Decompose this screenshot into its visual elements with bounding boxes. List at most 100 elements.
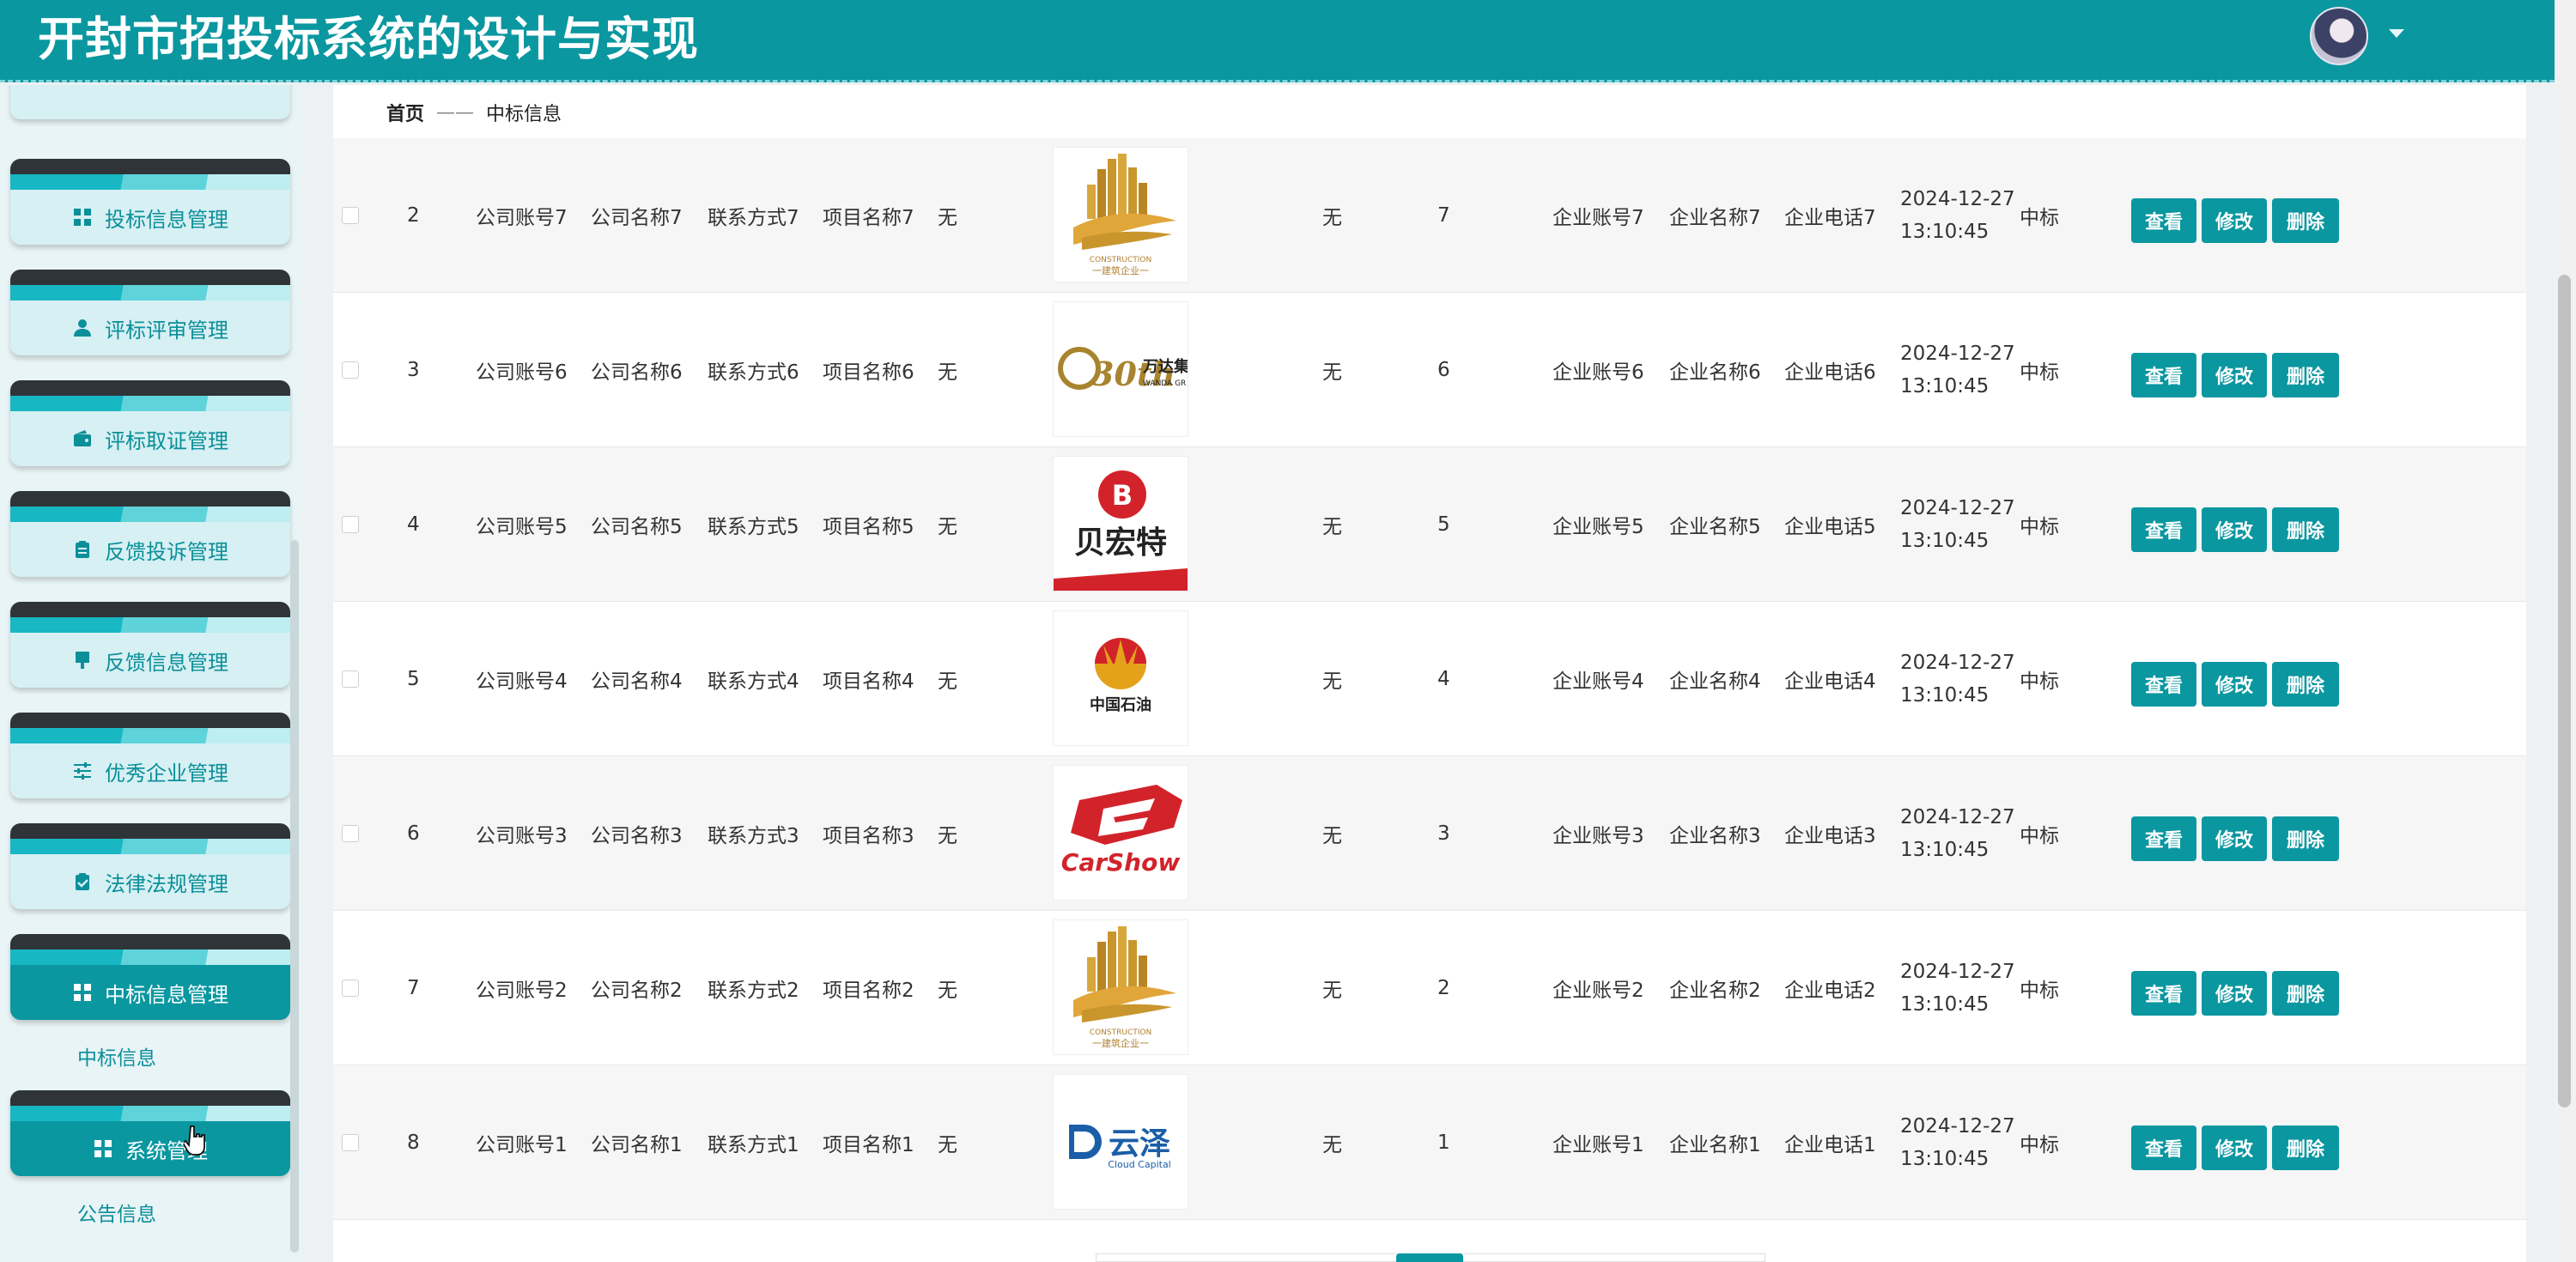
row-checkbox[interactable] (342, 361, 359, 379)
menu-band-accent (10, 950, 290, 965)
sidebar-item-7[interactable]: 法律法规管理 (10, 823, 290, 909)
cell-number: 6 (1437, 359, 1450, 381)
menu-label-row: 法律法规管理 (10, 854, 290, 909)
menu-label-row: 系统管理 (10, 1121, 290, 1176)
delete-button[interactable]: 删除 (2272, 1125, 2339, 1170)
view-button[interactable]: 查看 (2131, 1125, 2196, 1170)
menu-band-accent (10, 396, 290, 411)
cell-remark: 无 (938, 670, 957, 693)
sidebar-subitem-zhongbiao[interactable]: 中标信息 (77, 1041, 156, 1071)
cell-project-name: 项目名称4 (823, 670, 914, 693)
cell-contact: 联系方式4 (708, 670, 799, 693)
view-button[interactable]: 查看 (2131, 507, 2196, 552)
view-button[interactable]: 查看 (2131, 662, 2196, 707)
cell-enterprise-phone: 企业电话3 (1784, 825, 1876, 847)
delete-button[interactable]: 删除 (2272, 662, 2339, 707)
user-avatar[interactable] (2310, 7, 2368, 65)
cell-company-account: 公司账号2 (476, 980, 568, 1002)
sidebar-item-3[interactable]: 评标取证管理 (10, 380, 290, 466)
page-scrollbar[interactable] (2555, 0, 2576, 1262)
view-button[interactable]: 查看 (2131, 198, 2196, 243)
view-button[interactable]: 查看 (2131, 353, 2196, 397)
cell-date: 2024-12-27 (1900, 343, 2015, 365)
view-button[interactable]: 查看 (2131, 971, 2196, 1016)
cell-number: 7 (1437, 204, 1450, 227)
sidebar-item-9[interactable]: 系统管理 (10, 1090, 290, 1176)
cell-remark-2: 无 (1322, 825, 1342, 847)
sidebar-item-label: 投标信息管理 (105, 207, 228, 232)
row-checkbox[interactable] (342, 516, 359, 533)
page-scrollbar-thumb[interactable] (2558, 275, 2571, 1107)
cell-date: 2024-12-27 (1900, 806, 2015, 828)
sidebar-item-8[interactable]: 中标信息管理 (10, 934, 290, 1020)
row-checkbox[interactable] (342, 207, 359, 224)
cell-company-name: 公司名称2 (591, 980, 683, 1002)
carshow-logo: CarShow (1053, 765, 1188, 901)
cell-datetime: 2024-12-27 13:10:45 (1900, 602, 2015, 756)
sidebar-subitem-announcement[interactable]: 公告信息 (77, 1198, 156, 1227)
sidebar-item-label: 评标取证管理 (105, 428, 228, 453)
cell-number: 5 (1437, 513, 1450, 536)
chevron-down-icon[interactable] (2389, 29, 2404, 38)
menu-label-row: 中标信息管理 (10, 965, 290, 1020)
yunze-logo: 云泽 Cloud Capital (1053, 1074, 1188, 1210)
sidebar-item-1[interactable]: 投标信息管理 (10, 159, 290, 245)
edit-button[interactable]: 修改 (2202, 353, 2267, 397)
sidebar-item-5[interactable]: 反馈信息管理 (10, 602, 290, 688)
row-checkbox[interactable] (342, 825, 359, 842)
sidebar-item-partial[interactable] (10, 85, 290, 119)
edit-button[interactable]: 修改 (2202, 816, 2267, 861)
pagination-current-page[interactable] (1396, 1253, 1463, 1262)
table-row: 3 公司账号6 公司名称6 联系方式6 项目名称6 无 无 6 企业账号6 企业名称6 企业电话6 中… (333, 293, 2526, 447)
cell-index: 3 (407, 359, 420, 381)
construction-sub: 一建筑企业一 (1092, 264, 1149, 276)
edit-button[interactable]: 修改 (2202, 662, 2267, 707)
cell-index: 4 (407, 513, 420, 536)
table-row: 7 公司账号2 公司名称2 联系方式2 项目名称2 无 无 2 企业账号2 企业名称2 企业电话2 中… (333, 911, 2526, 1065)
table-row: 6 公司账号3 公司名称3 联系方式3 项目名称3 无 无 3 企业账号3 企业名称3 企业电话3 中… (333, 756, 2526, 911)
edit-button[interactable]: 修改 (2202, 507, 2267, 552)
cell-company-name: 公司名称4 (591, 670, 683, 693)
sidebar-item-label: 优秀企业管理 (105, 761, 228, 786)
menu-band-accent (10, 617, 290, 633)
row-checkbox[interactable] (342, 670, 359, 688)
delete-button[interactable]: 删除 (2272, 353, 2339, 397)
edit-button[interactable]: 修改 (2202, 971, 2267, 1016)
cell-status: 中标 (2020, 361, 2059, 384)
cell-remark: 无 (938, 1134, 957, 1156)
menu-band-accent (10, 507, 290, 522)
delete-button[interactable]: 删除 (2272, 816, 2339, 861)
cell-remark-2: 无 (1322, 1134, 1342, 1156)
cell-status: 中标 (2020, 207, 2059, 229)
cell-datetime: 2024-12-27 13:10:45 (1900, 447, 2015, 602)
row-checkbox[interactable] (342, 1134, 359, 1151)
sidebar-item-2[interactable]: 评标评审管理 (10, 270, 290, 355)
cell-company-name: 公司名称1 (591, 1134, 683, 1156)
construction-logo: CONSTRUCTION 一建筑企业一 (1053, 919, 1188, 1055)
table-row: 2 公司账号7 公司名称7 联系方式7 项目名称7 无 无 7 企业账号7 企业名称7 企业电话7 中… (333, 138, 2526, 293)
cell-company-account: 公司账号5 (476, 516, 568, 538)
sidebar-item-6[interactable]: 优秀企业管理 (10, 713, 290, 798)
delete-button[interactable]: 删除 (2272, 971, 2339, 1016)
cell-contact: 联系方式2 (708, 980, 799, 1002)
delete-button[interactable]: 删除 (2272, 507, 2339, 552)
breadcrumb-home[interactable]: 首页 (386, 99, 424, 126)
row-checkbox[interactable] (342, 980, 359, 997)
edit-button[interactable]: 修改 (2202, 1125, 2267, 1170)
cell-contact: 联系方式6 (708, 361, 799, 384)
pointer-cursor-icon (184, 1125, 205, 1156)
sidebar-item-4[interactable]: 反馈投诉管理 (10, 491, 290, 577)
cell-contact: 联系方式3 (708, 825, 799, 847)
cell-number: 3 (1437, 822, 1450, 845)
menu-band-accent (10, 839, 290, 854)
delete-button[interactable]: 删除 (2272, 198, 2339, 243)
edit-button[interactable]: 修改 (2202, 198, 2267, 243)
wallet-icon (72, 428, 93, 449)
cell-status: 中标 (2020, 1134, 2059, 1156)
beihongte-logo: B 贝宏特 (1053, 456, 1188, 592)
cell-remark-2: 无 (1322, 516, 1342, 538)
view-button[interactable]: 查看 (2131, 816, 2196, 861)
cell-project-name: 项目名称6 (823, 361, 914, 384)
table-row: 5 公司账号4 公司名称4 联系方式4 项目名称4 无 无 4 企业账号4 企业名称4 企业电话4 中… (333, 602, 2526, 756)
sidebar-scrollbar[interactable] (290, 540, 299, 1253)
